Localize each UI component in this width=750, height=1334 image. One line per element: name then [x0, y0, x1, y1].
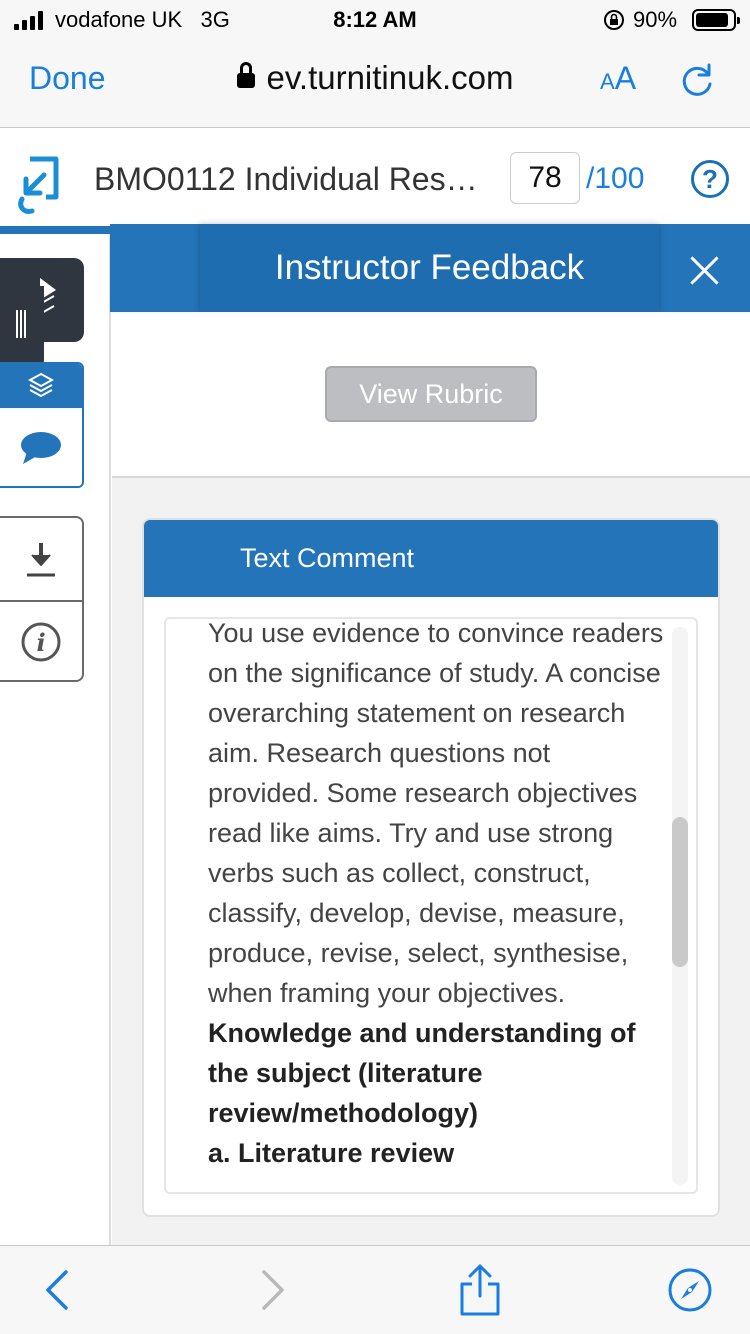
- text-comment-heading: Text Comment: [144, 520, 718, 597]
- turnitin-logo-icon: [18, 156, 59, 214]
- layer-tabs: [0, 362, 84, 488]
- feedback-title: Instructor Feedback: [200, 224, 659, 312]
- share-icon[interactable]: [456, 1262, 504, 1318]
- scrollbar-thumb[interactable]: [672, 817, 688, 967]
- download-button[interactable]: [0, 518, 82, 600]
- orientation-lock-icon: [604, 10, 624, 30]
- rubric-section: View Rubric: [112, 312, 750, 478]
- lock-icon: [236, 62, 255, 91]
- header-accent-rule: [0, 226, 110, 234]
- scrollbar[interactable]: [672, 627, 688, 1185]
- score-field[interactable]: 78: [510, 152, 580, 204]
- score-max: /100: [586, 162, 645, 195]
- info-button[interactable]: i: [0, 600, 82, 682]
- feedback-body: Text Comment You use evidence to convinc…: [112, 478, 750, 1245]
- view-rubric-button[interactable]: View Rubric: [325, 366, 537, 422]
- svg-text:i: i: [36, 628, 45, 657]
- text-comment-card: Text Comment You use evidence to convinc…: [142, 518, 720, 1217]
- text-size-button[interactable]: AA: [600, 60, 636, 97]
- info-icon: i: [21, 622, 61, 662]
- feedback-header: Instructor Feedback: [110, 224, 750, 312]
- grip-handle[interactable]: [0, 286, 44, 370]
- battery-percent: 90%: [633, 7, 678, 32]
- document-title: BMO0112 Individual Resea…: [94, 161, 494, 197]
- comment-bold-heading: Knowledge and understanding of the subje…: [208, 1018, 636, 1128]
- help-icon[interactable]: ?: [691, 160, 729, 198]
- browser-bottom-toolbar: [0, 1245, 750, 1334]
- battery-icon: [692, 9, 740, 31]
- url-field[interactable]: ev.turnitinuk.com: [0, 59, 750, 97]
- text-comment-scroll[interactable]: You use evidence to convince readers on …: [164, 617, 698, 1194]
- comment-paragraph: You use evidence to convince readers on …: [208, 618, 664, 1008]
- download-icon: [27, 543, 55, 577]
- feedback-tab[interactable]: [0, 408, 82, 486]
- reload-icon[interactable]: [678, 62, 716, 100]
- browser-toolbar: Done ev.turnitinuk.com AA: [0, 40, 750, 128]
- grip-icon: [16, 310, 26, 338]
- close-icon[interactable]: [670, 242, 738, 298]
- comment-text: You use evidence to convince readers on …: [208, 618, 668, 1173]
- forward-icon[interactable]: [248, 1266, 296, 1314]
- layers-icon: [28, 372, 54, 398]
- comment-icon: [21, 432, 61, 464]
- comment-bold-subheading: a. Literature review: [208, 1138, 455, 1168]
- layers-tab[interactable]: [0, 364, 82, 408]
- status-bar: vodafone UK 3G 8:12 AM 90%: [0, 0, 750, 40]
- url-text: ev.turnitinuk.com: [266, 59, 514, 96]
- compass-icon[interactable]: [666, 1266, 714, 1314]
- document-header: BMO0112 Individual Resea… 78 /100: [0, 129, 750, 226]
- tool-buttons: i: [0, 516, 84, 682]
- back-icon[interactable]: [34, 1266, 82, 1314]
- left-sidebar: i: [0, 234, 111, 1245]
